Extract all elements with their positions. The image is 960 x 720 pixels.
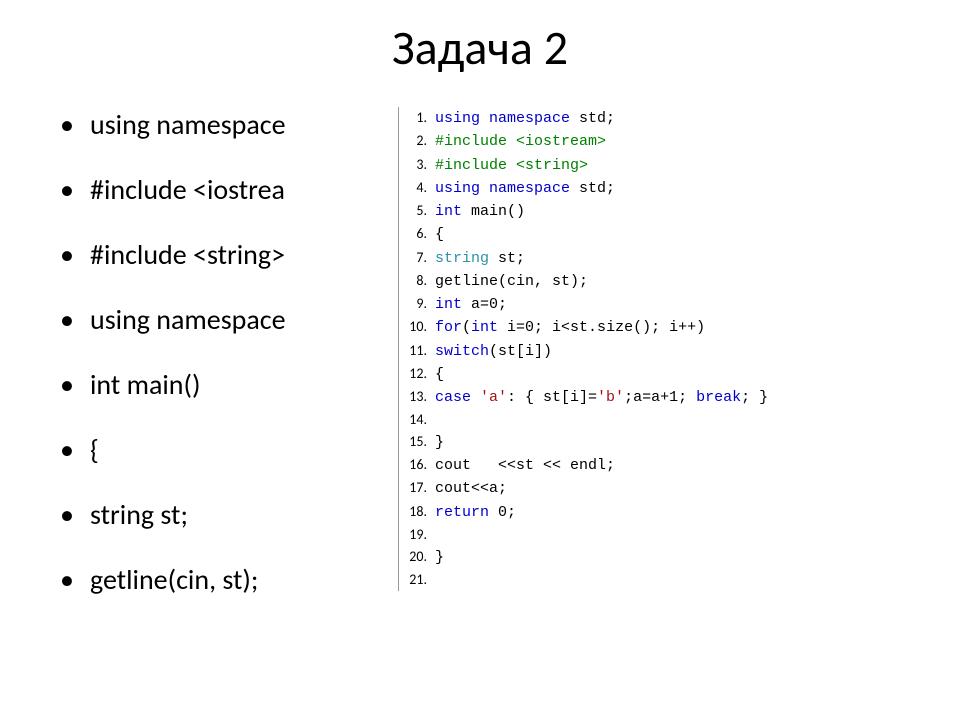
code-text: using namespace std; bbox=[431, 177, 615, 200]
bullet-item: •#include <iostrea bbox=[60, 172, 400, 207]
line-number: 6. bbox=[399, 223, 431, 246]
bullet-item: •using namespace bbox=[60, 302, 400, 337]
code-text: switch(st[i]) bbox=[431, 340, 552, 363]
code-line: 1.using namespace std; bbox=[399, 107, 878, 130]
code-text bbox=[431, 409, 435, 431]
code-line: 21. bbox=[399, 569, 878, 591]
bullet-marker: • bbox=[60, 302, 90, 337]
line-number: 8. bbox=[399, 270, 431, 293]
line-number: 10. bbox=[399, 316, 431, 339]
code-line: 8.getline(cin, st); bbox=[399, 270, 878, 293]
bullet-text: { bbox=[90, 432, 99, 467]
code-text: int main() bbox=[431, 200, 525, 223]
slide-content: •using namespace•#include <iostrea•#incl… bbox=[0, 107, 960, 627]
code-line: 2.#include <iostream> bbox=[399, 130, 878, 153]
code-text: return 0; bbox=[431, 501, 516, 524]
code-line: 10.for(int i=0; i<st.size(); i++) bbox=[399, 316, 878, 339]
bullet-marker: • bbox=[60, 172, 90, 207]
line-number: 3. bbox=[399, 154, 431, 177]
code-text bbox=[431, 569, 435, 591]
bullet-text: using namespace bbox=[90, 107, 286, 142]
line-number: 9. bbox=[399, 293, 431, 316]
bullet-text: #include <iostrea bbox=[90, 172, 285, 207]
code-line: 16.cout <<st << endl; bbox=[399, 454, 878, 477]
code-text: case 'a': { st[i]='b';a=a+1; break; } bbox=[431, 386, 768, 409]
code-line: 19. bbox=[399, 524, 878, 546]
line-number: 11. bbox=[399, 340, 431, 363]
code-line: 9.int a=0; bbox=[399, 293, 878, 316]
code-line: 18.return 0; bbox=[399, 501, 878, 524]
code-text: int a=0; bbox=[431, 293, 507, 316]
code-text: #include <iostream> bbox=[431, 130, 606, 153]
line-number: 20. bbox=[399, 546, 431, 569]
slide-title: Задача 2 bbox=[0, 0, 960, 107]
line-number: 12. bbox=[399, 363, 431, 386]
bullet-text: string st; bbox=[90, 497, 188, 532]
bullet-marker: • bbox=[60, 432, 90, 467]
bullet-item: •using namespace bbox=[60, 107, 400, 142]
line-number: 4. bbox=[399, 177, 431, 200]
code-line: 15.} bbox=[399, 431, 878, 454]
code-line: 11.switch(st[i]) bbox=[399, 340, 878, 363]
code-text: string st; bbox=[431, 247, 525, 270]
bullet-text: using namespace bbox=[90, 302, 286, 337]
code-text: { bbox=[431, 223, 444, 246]
line-number: 15. bbox=[399, 431, 431, 454]
bullet-item: •int main() bbox=[60, 367, 400, 402]
bullet-list: •using namespace•#include <iostrea•#incl… bbox=[60, 107, 400, 627]
code-line: 14. bbox=[399, 409, 878, 431]
code-panel: 1.using namespace std;2.#include <iostre… bbox=[398, 107, 878, 591]
code-text: } bbox=[431, 546, 444, 569]
code-line: 5.int main() bbox=[399, 200, 878, 223]
code-text: using namespace std; bbox=[431, 107, 615, 130]
line-number: 19. bbox=[399, 524, 431, 546]
code-line: 17.cout<<a; bbox=[399, 477, 878, 500]
bullet-text: getline(cin, st); bbox=[90, 562, 258, 597]
bullet-marker: • bbox=[60, 562, 90, 597]
code-text: #include <string> bbox=[431, 154, 588, 177]
line-number: 13. bbox=[399, 386, 431, 409]
line-number: 17. bbox=[399, 477, 431, 500]
bullet-marker: • bbox=[60, 237, 90, 272]
code-text: getline(cin, st); bbox=[431, 270, 588, 293]
bullet-item: •getline(cin, st); bbox=[60, 562, 400, 597]
line-number: 18. bbox=[399, 501, 431, 524]
line-number: 2. bbox=[399, 130, 431, 153]
code-line: 20.} bbox=[399, 546, 878, 569]
code-text: } bbox=[431, 431, 444, 454]
line-number: 14. bbox=[399, 409, 431, 431]
line-number: 7. bbox=[399, 247, 431, 270]
line-number: 1. bbox=[399, 107, 431, 130]
line-number: 5. bbox=[399, 200, 431, 223]
bullet-text: #include <string> bbox=[90, 237, 285, 272]
code-text bbox=[431, 524, 435, 546]
code-line: 12.{ bbox=[399, 363, 878, 386]
code-line: 13.case 'a': { st[i]='b';a=a+1; break; } bbox=[399, 386, 878, 409]
code-text: cout <<st << endl; bbox=[431, 454, 615, 477]
code-text: { bbox=[431, 363, 444, 386]
bullet-marker: • bbox=[60, 367, 90, 402]
line-number: 21. bbox=[399, 569, 431, 591]
bullet-item: •string st; bbox=[60, 497, 400, 532]
code-text: cout<<a; bbox=[431, 477, 507, 500]
code-line: 4.using namespace std; bbox=[399, 177, 878, 200]
code-line: 3.#include <string> bbox=[399, 154, 878, 177]
bullet-text: int main() bbox=[90, 367, 200, 402]
code-line: 7.string st; bbox=[399, 247, 878, 270]
bullet-marker: • bbox=[60, 497, 90, 532]
code-line: 6.{ bbox=[399, 223, 878, 246]
bullet-item: •{ bbox=[60, 432, 400, 467]
code-text: for(int i=0; i<st.size(); i++) bbox=[431, 316, 705, 339]
bullet-marker: • bbox=[60, 107, 90, 142]
line-number: 16. bbox=[399, 454, 431, 477]
bullet-item: •#include <string> bbox=[60, 237, 400, 272]
